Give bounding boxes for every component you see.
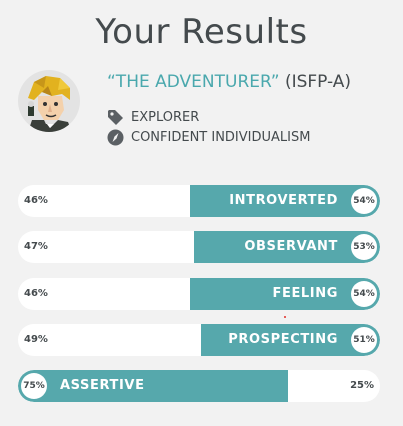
trait-label: INTROVERTED xyxy=(229,193,338,208)
trait-left-percent: 49% xyxy=(24,334,48,345)
trait-fill xyxy=(18,370,288,402)
trait-bar-introverted: 46% INTROVERTED 54% xyxy=(18,185,380,217)
trait-right-percent: 54% xyxy=(351,188,377,214)
trait-bar-feeling: 46% FEELING 54% xyxy=(18,278,380,310)
type-code: (ISFP-A) xyxy=(284,72,352,92)
page-title: Your Results xyxy=(95,12,308,52)
trait-label: PROSPECTING xyxy=(228,332,338,347)
strategy-row: CONFIDENT INDIVIDUALISM xyxy=(107,128,310,146)
adventurer-avatar-icon xyxy=(28,76,72,132)
avatar xyxy=(18,70,80,132)
trait-right-percent: 51% xyxy=(351,327,377,353)
trait-right-percent: 54% xyxy=(351,281,377,307)
compass-icon xyxy=(107,129,124,145)
strategy-label: CONFIDENT INDIVIDUALISM xyxy=(131,129,311,145)
trait-bar-prospecting: 49% PROSPECTING 51% xyxy=(18,324,380,356)
trait-label: OBSERVANT xyxy=(244,239,338,254)
trait-bar-observant: 47% OBSERVANT 53% xyxy=(18,231,380,263)
tag-icon xyxy=(108,109,123,125)
trait-label: ASSERTIVE xyxy=(60,378,145,393)
role-label: EXPLORER xyxy=(131,109,200,125)
trait-left-percent: 46% xyxy=(24,288,48,299)
trait-left-percent: 46% xyxy=(24,195,48,206)
trait-left-percent: 47% xyxy=(24,241,48,252)
trait-bar-assertive: 75% ASSERTIVE 25% xyxy=(18,370,380,402)
marker-dot xyxy=(284,316,286,318)
role-row: EXPLORER xyxy=(107,108,199,126)
trait-left-percent: 75% xyxy=(21,373,47,399)
trait-right-percent: 53% xyxy=(351,234,377,260)
type-name[interactable]: “THE ADVENTURER” xyxy=(107,72,280,92)
trait-label: FEELING xyxy=(272,286,338,301)
trait-right-percent: 25% xyxy=(350,380,374,391)
personality-type: “THE ADVENTURER” (ISFP-A) xyxy=(107,72,351,92)
